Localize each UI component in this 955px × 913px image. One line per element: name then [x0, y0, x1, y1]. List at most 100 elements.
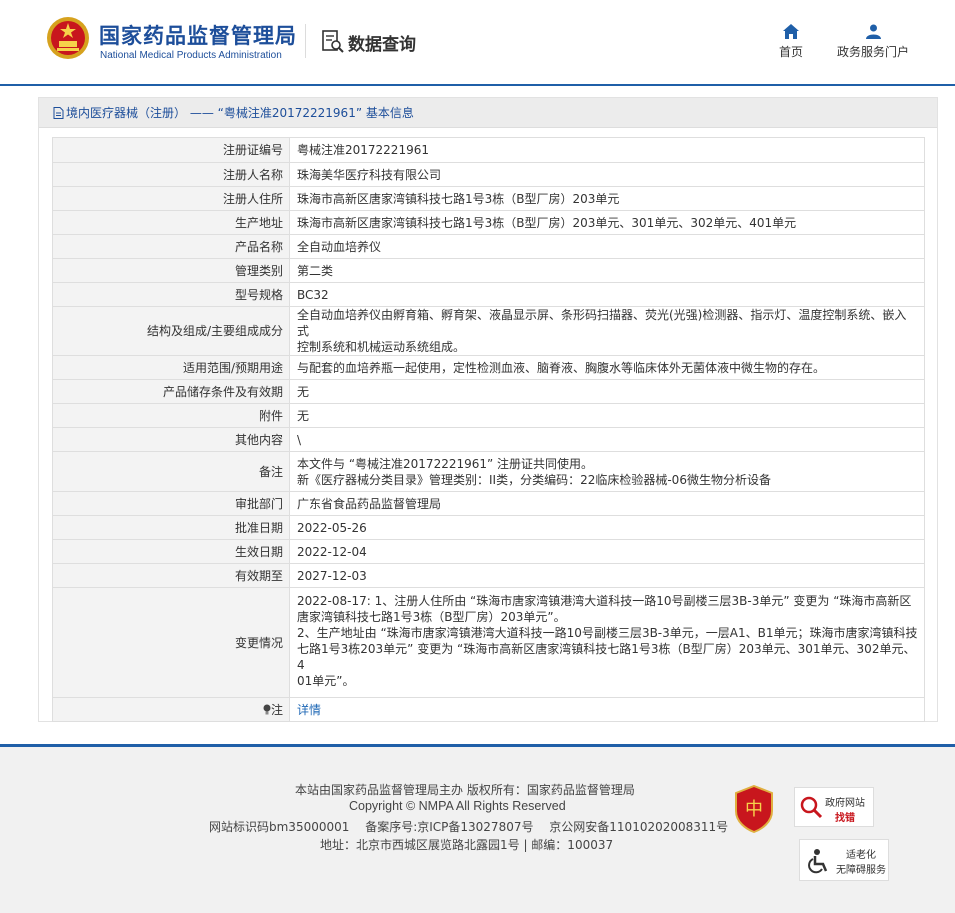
table-row: 生产地址 珠海市高新区唐家湾镇科技七路1号3栋（B型厂房）203单元、301单元…: [52, 210, 925, 235]
field-value: 粤械注准20172221961: [289, 137, 925, 163]
field-label: 有效期至: [52, 563, 290, 588]
site-footer: 本站由国家药品监督管理局主办 版权所有：国家药品监督管理局 Copyright …: [0, 744, 955, 913]
data-query-title: 数据查询: [348, 35, 416, 55]
data-query-icon: [322, 30, 344, 53]
table-row: 注册人住所 珠海市高新区唐家湾镇科技七路1号3栋（B型厂房）203单元: [52, 186, 925, 211]
table-row: 附件 无: [52, 403, 925, 428]
accessibility-icon: [808, 849, 828, 874]
breadcrumb-text: 境内医疗器械（注册） —— “粤械注准20172221961” 基本信息: [66, 106, 414, 120]
value-line: 全自动血培养仪由孵育箱、孵育架、液晶显示屏、条形码扫描器、荧光(光强)检测器、指…: [297, 308, 907, 338]
bulb-icon: [263, 704, 271, 714]
site-header: 国家药品监督管理局 National Medical Products Admi…: [0, 0, 955, 86]
value-line: 2、生产地址由 “珠海市唐家湾镇港湾大道科技一路10号副楼三层3B-3单元，一层…: [297, 626, 918, 640]
value-line: 新《医疗器械分类目录》管理类别：II类，分类编码：22临床检验器械-06微生物分…: [297, 472, 771, 487]
field-label: 注册证编号: [52, 137, 290, 163]
site-title-en: National Medical Products Administration: [100, 50, 282, 61]
field-label: 注: [52, 697, 290, 722]
field-value: 珠海市高新区唐家湾镇科技七路1号3栋（B型厂房）203单元、301单元、302单…: [289, 210, 925, 235]
badge2-top-text: 政府网站: [825, 798, 865, 809]
header-divider: [305, 24, 306, 58]
field-value: BC32: [289, 282, 925, 307]
field-value: 本文件与 “粤械注准20172221961” 注册证共同使用。 新《医疗器械分类…: [289, 451, 925, 492]
nav-gov-service-portal[interactable]: 政务服务门户: [830, 24, 916, 60]
field-label: 其他内容: [52, 427, 290, 452]
field-label: 注册人住所: [52, 186, 290, 211]
table-row: 有效期至 2027-12-03: [52, 563, 925, 588]
field-label: 批准日期: [52, 515, 290, 540]
table-row: 产品储存条件及有效期 无: [52, 379, 925, 404]
field-value: 广东省食品药品监督管理局: [289, 491, 925, 516]
table-row: 注册人名称 珠海美华医疗科技有限公司: [52, 162, 925, 187]
table-row: 产品名称 全自动血培养仪: [52, 234, 925, 259]
nav-home-label: 首页: [778, 45, 803, 59]
gov-site-error-report-badge[interactable]: 政府网站 找错: [794, 787, 874, 827]
home-icon: [783, 24, 799, 39]
field-label: 附件: [52, 403, 290, 428]
field-label: 产品名称: [52, 234, 290, 259]
table-row: 管理类别 第二类: [52, 258, 925, 283]
field-label: 生产地址: [52, 210, 290, 235]
value-line: 七路1号3栋203单元” 变更为 “珠海市高新区唐家湾镇科技七路1号3栋（B型厂…: [297, 642, 916, 672]
document-icon: [53, 107, 64, 119]
registration-info-table: 注册证编号 粤械注准20172221961 注册人名称 珠海美华医疗科技有限公司…: [52, 137, 925, 722]
field-value: \: [289, 427, 925, 452]
field-value: 2022-08-17: 1、注册人住所由 “珠海市唐家湾镇港湾大道科技一路10号…: [289, 587, 925, 698]
field-label: 备注: [52, 451, 290, 492]
value-line: 控制系统和机械运动系统组成。: [297, 340, 466, 354]
national-emblem-icon: [47, 17, 89, 59]
table-row: 适用范围/预期用途 与配套的血培养瓶一起使用，定性检测血液、脑脊液、胸腹水等临床…: [52, 355, 925, 380]
field-value: 珠海美华医疗科技有限公司: [289, 162, 925, 187]
field-value: 与配套的血培养瓶一起使用，定性检测血液、脑脊液、胸腹水等临床体外无菌体液中微生物…: [289, 355, 925, 380]
badge3-top-text: 适老化: [846, 850, 876, 861]
field-label: 管理类别: [52, 258, 290, 283]
svg-text:中: 中: [745, 799, 763, 820]
field-value: 2022-12-04: [289, 539, 925, 564]
table-row: 型号规格 BC32: [52, 282, 925, 307]
accessibility-service-badge[interactable]: 适老化 无障碍服务: [799, 839, 889, 881]
value-line: 唐家湾镇科技七路1号3栋（B型厂房）203单元”。: [297, 610, 566, 624]
field-value: 第二类: [289, 258, 925, 283]
table-row: 生效日期 2022-12-04: [52, 539, 925, 564]
note-label: 注: [270, 702, 283, 717]
badge2-bottom-text: 找错: [835, 813, 855, 824]
table-row: 结构及组成/主要组成成分 全自动血培养仪由孵育箱、孵育架、液晶显示屏、条形码扫描…: [52, 306, 925, 356]
footer-registration: 网站标识码bm35000001 备案序号:京ICP备13027807号 京公网安…: [209, 818, 728, 835]
search-error-icon: [800, 796, 823, 819]
field-label: 注册人名称: [52, 162, 290, 187]
table-row: 注册证编号 粤械注准20172221961: [52, 137, 925, 163]
value-line: 01单元”。: [297, 674, 355, 688]
nav-home[interactable]: 首页: [772, 24, 810, 60]
party-gov-badge-icon[interactable]: 中: [734, 785, 774, 833]
footer-copyright: Copyright © NMPA All Rights Reserved: [349, 799, 566, 813]
table-row: 批准日期 2022-05-26: [52, 515, 925, 540]
table-row: 审批部门 广东省食品药品监督管理局: [52, 491, 925, 516]
field-value: 全自动血培养仪: [289, 234, 925, 259]
user-icon: [865, 24, 881, 39]
field-value: 珠海市高新区唐家湾镇科技七路1号3栋（B型厂房）203单元: [289, 186, 925, 211]
field-label: 产品储存条件及有效期: [52, 379, 290, 404]
table-row: 注 详情: [52, 697, 925, 722]
field-label: 变更情况: [52, 587, 290, 698]
table-row: 其他内容 \: [52, 427, 925, 452]
nav-portal-label: 政务服务门户: [836, 45, 909, 59]
field-label: 审批部门: [52, 491, 290, 516]
value-line: 本文件与 “粤械注准20172221961” 注册证共同使用。: [297, 456, 594, 471]
value-line: 2022-08-17: 1、注册人住所由 “珠海市唐家湾镇港湾大道科技一路10号…: [297, 594, 912, 608]
field-value: 2027-12-03: [289, 563, 925, 588]
field-label: 生效日期: [52, 539, 290, 564]
field-label: 适用范围/预期用途: [52, 355, 290, 380]
table-row: 变更情况 2022-08-17: 1、注册人住所由 “珠海市唐家湾镇港湾大道科技…: [52, 587, 925, 698]
footer-sponsor: 本站由国家药品监督管理局主办 版权所有：国家药品监督管理局: [295, 783, 635, 797]
field-value: 无: [289, 379, 925, 404]
details-link[interactable]: 详情: [297, 703, 321, 717]
field-value: 详情: [289, 697, 925, 722]
field-label: 结构及组成/主要组成成分: [52, 306, 290, 356]
detail-panel: 境内医疗器械（注册） —— “粤械注准20172221961” 基本信息 注册证…: [38, 97, 938, 722]
breadcrumb: 境内医疗器械（注册） —— “粤械注准20172221961” 基本信息: [39, 98, 937, 128]
footer-registration-text[interactable]: 网站标识码bm35000001 备案序号:京ICP备13027807号 京公网安…: [209, 820, 728, 834]
field-value: 无: [289, 403, 925, 428]
site-title-cn: 国家药品监督管理局: [99, 24, 297, 48]
field-value: 全自动血培养仪由孵育箱、孵育架、液晶显示屏、条形码扫描器、荧光(光强)检测器、指…: [289, 306, 925, 356]
field-label: 型号规格: [52, 282, 290, 307]
badge3-bottom-text: 无障碍服务: [836, 865, 886, 876]
